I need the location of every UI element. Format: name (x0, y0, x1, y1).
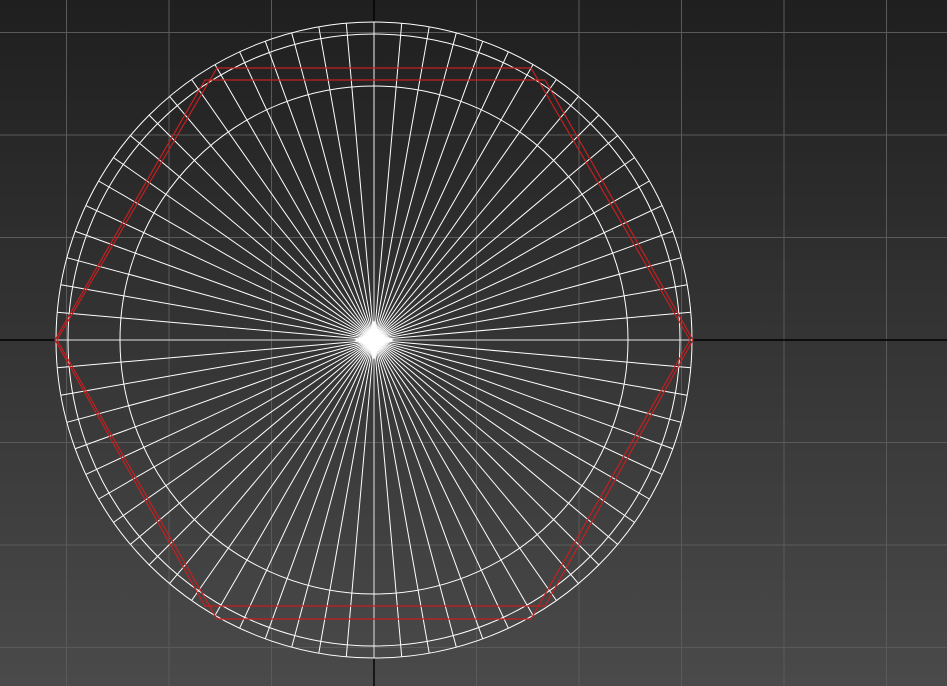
viewport-canvas[interactable] (0, 0, 947, 686)
viewport-background (0, 0, 947, 686)
top-viewport[interactable] (0, 0, 947, 686)
radial-disc-mesh[interactable] (55, 21, 693, 659)
